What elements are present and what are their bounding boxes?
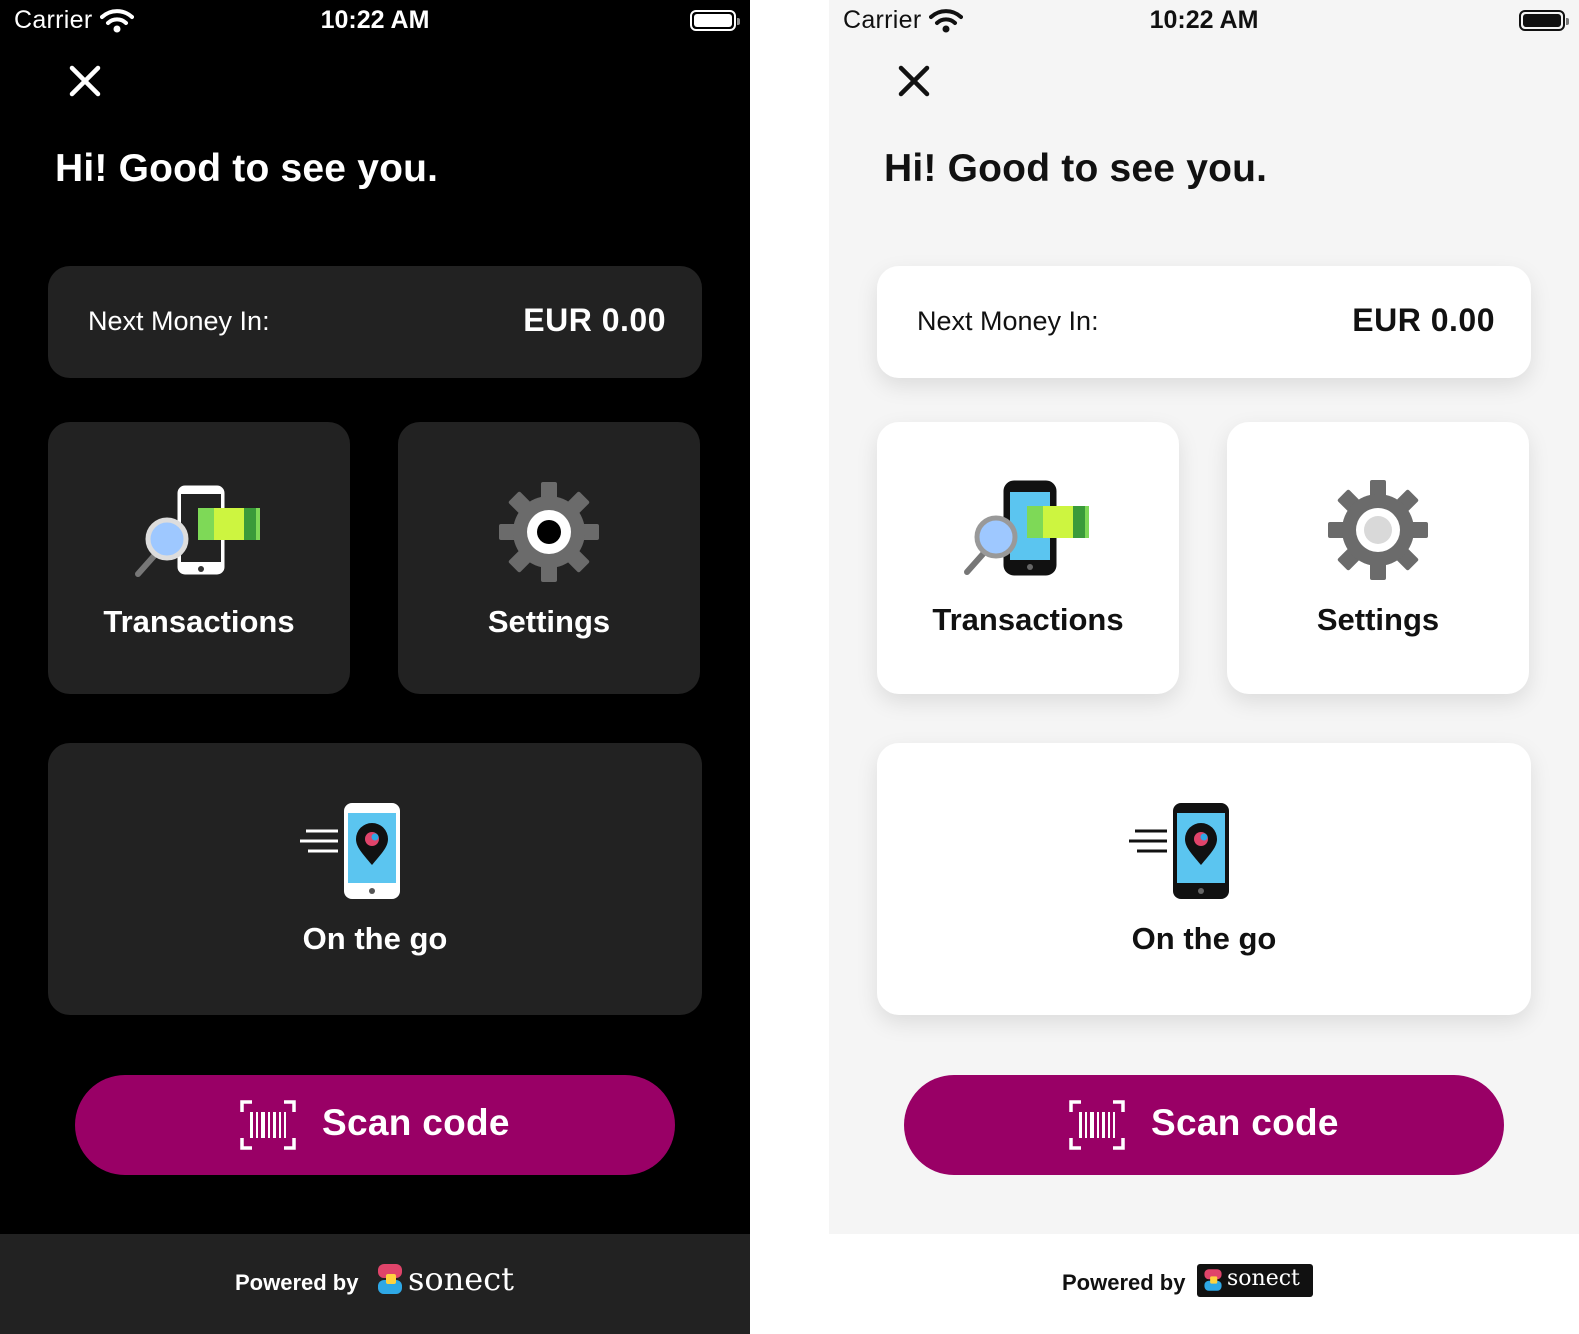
battery-icon <box>690 10 740 31</box>
close-icon[interactable] <box>66 62 104 100</box>
footer: Powered by sonect <box>0 1234 750 1334</box>
settings-tile[interactable]: Settings <box>1227 422 1529 694</box>
greeting-title: Hi! Good to see you. <box>884 147 1268 190</box>
close-icon[interactable] <box>895 62 933 100</box>
transactions-label: Transactions <box>932 602 1124 637</box>
gear-icon <box>499 482 599 582</box>
sonect-logo-icon <box>378 1264 402 1294</box>
sonect-logo-text: sonect <box>1227 1266 1300 1291</box>
greeting-title: Hi! Good to see you. <box>55 147 439 190</box>
powered-by-label: Powered by <box>1062 1270 1186 1295</box>
scan-code-button[interactable]: Scan code <box>904 1075 1504 1175</box>
on-the-go-tile[interactable]: On the go <box>877 743 1531 1015</box>
barcode-icon <box>240 1100 296 1150</box>
scan-code-button[interactable]: Scan code <box>75 1075 675 1175</box>
next-money-card: Next Money In: EUR 0.00 <box>48 266 702 378</box>
transactions-icon <box>964 480 1089 576</box>
light-mode-screen: Carrier 10:22 AM Hi! Good to see you. Ne… <box>829 0 1579 1334</box>
next-money-value: EUR 0.00 <box>1352 302 1495 338</box>
next-money-value: EUR 0.00 <box>523 302 666 338</box>
on-the-go-tile[interactable]: On the go <box>48 743 702 1015</box>
next-money-card: Next Money In: EUR 0.00 <box>877 266 1531 378</box>
settings-label: Settings <box>1316 602 1440 637</box>
next-money-label: Next Money In: <box>88 306 270 336</box>
transactions-label: Transactions <box>103 604 295 639</box>
transactions-tile[interactable]: Transactions <box>48 422 350 694</box>
scan-code-label: Scan code <box>322 1102 510 1143</box>
on-the-go-icon <box>1129 803 1229 899</box>
transactions-tile[interactable]: Transactions <box>877 422 1179 694</box>
next-money-label: Next Money In: <box>917 306 1099 336</box>
settings-label: Settings <box>487 604 611 639</box>
sonect-logo-text: sonect <box>408 1260 515 1298</box>
powered-by-label: Powered by <box>235 1270 359 1295</box>
on-the-go-label: On the go <box>302 921 448 956</box>
settings-tile[interactable]: Settings <box>398 422 700 694</box>
scan-code-label: Scan code <box>1151 1102 1339 1143</box>
barcode-icon <box>1069 1100 1125 1150</box>
on-the-go-label: On the go <box>1131 921 1277 956</box>
battery-icon <box>1519 10 1569 31</box>
gear-icon <box>1328 480 1428 580</box>
footer: Powered by sonect <box>829 1234 1579 1334</box>
on-the-go-icon <box>300 803 400 899</box>
status-time: 10:22 AM <box>1149 6 1259 34</box>
dark-mode-screen: Carrier 10:22 AM Hi! Good to see you. Ne… <box>0 0 750 1334</box>
sonect-logo: sonect <box>1197 1264 1313 1297</box>
status-bar: Carrier 10:22 AM <box>829 0 1579 44</box>
status-bar: Carrier 10:22 AM <box>0 0 750 44</box>
transactions-icon <box>135 482 260 578</box>
sonect-logo-icon <box>1204 1269 1222 1291</box>
status-time: 10:22 AM <box>320 6 430 34</box>
